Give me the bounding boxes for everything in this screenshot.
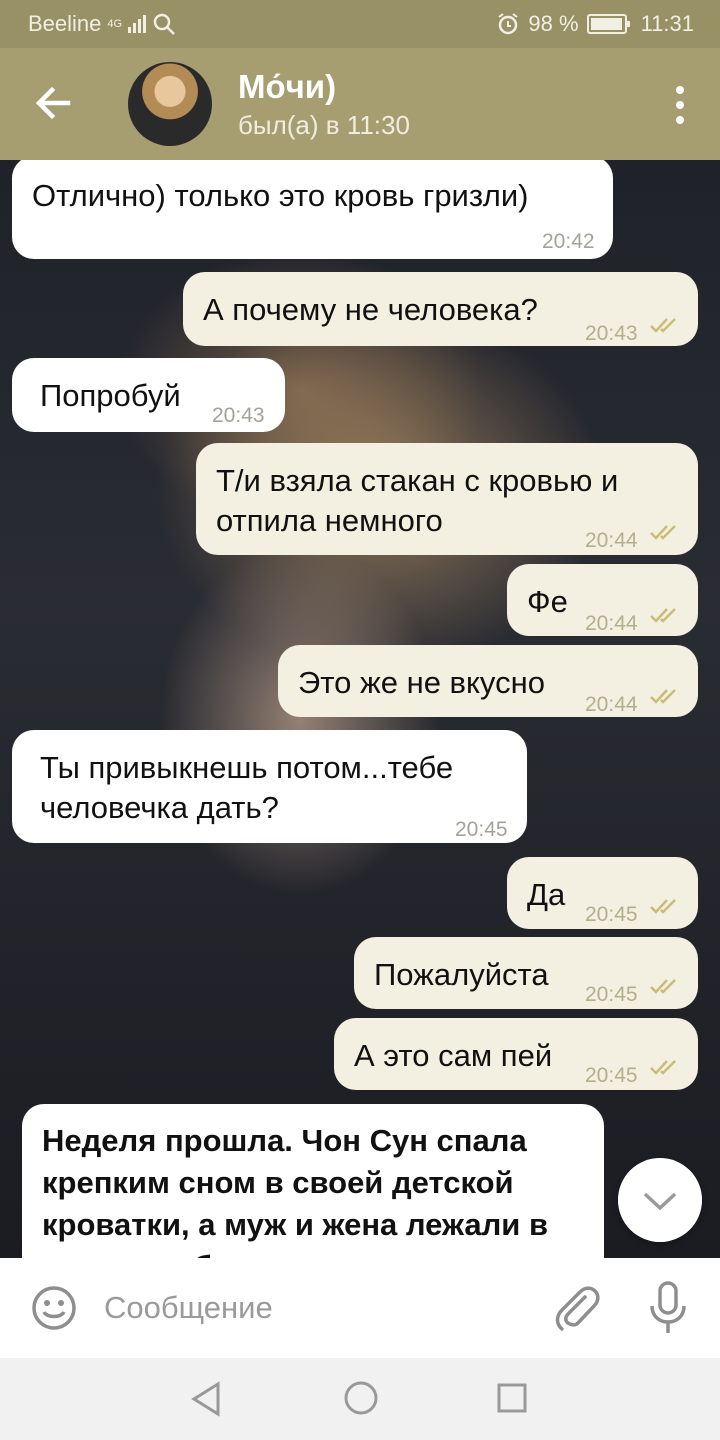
battery-percent: 98 %: [528, 11, 579, 36]
double-check-icon: [650, 318, 676, 333]
system-navigation-bar: [0, 1358, 720, 1440]
avatar[interactable]: [128, 62, 212, 146]
message-bubble[interactable]: Попробуй 20:43: [12, 358, 285, 432]
double-check-icon: [650, 608, 676, 623]
more-vertical-icon[interactable]: [674, 86, 686, 124]
double-check-icon: [650, 525, 676, 540]
nav-home-icon[interactable]: [343, 1380, 379, 1416]
message-text: А почему не человека?: [203, 292, 538, 327]
clock: 11:31: [640, 11, 694, 36]
message-input[interactable]: [104, 1286, 524, 1330]
message-bubble[interactable]: А почему не человека? 20:43: [183, 272, 698, 346]
nav-recents-icon[interactable]: [496, 1382, 528, 1414]
message-time: 20:45: [585, 1064, 638, 1087]
nav-back-icon[interactable]: [188, 1380, 224, 1418]
message-text: Фе: [527, 584, 568, 619]
signal-icon: [128, 15, 147, 33]
chevron-down-icon[interactable]: [618, 1158, 702, 1242]
message-bubble[interactable]: Ты привыкнешь потом...тебе человечка дат…: [12, 730, 527, 843]
message-bubble[interactable]: Т/и взяла стакан с кровью и отпила немно…: [196, 443, 698, 555]
message-bubble[interactable]: Да 20:45: [507, 857, 698, 929]
message-time: 20:45: [585, 983, 638, 1006]
carrier-name: Beeline: [28, 11, 102, 36]
message-time: 20:45: [455, 818, 508, 841]
message-bubble[interactable]: Отлично) только это кровь гризли) 20:42: [12, 160, 613, 259]
network-type: 4G: [107, 18, 123, 30]
message-bubble[interactable]: Фе 20:44: [507, 564, 698, 636]
message-time: 20:44: [585, 693, 638, 716]
message-text: Отлично) только это кровь гризли): [32, 178, 529, 213]
message-composer: [0, 1258, 720, 1358]
alarm-icon: [498, 13, 519, 35]
chat-header: Мо́чи) был(а) в 11:30: [0, 48, 720, 160]
message-text: Пожалуйста: [374, 957, 549, 992]
arrow-left-icon[interactable]: [28, 78, 78, 128]
message-text: Неделя прошла. Чон Сун спала крепким сно…: [42, 1123, 549, 1258]
microphone-icon[interactable]: [644, 1280, 692, 1336]
battery-icon: [586, 14, 630, 34]
message-text: Да: [527, 877, 566, 912]
message-bubble[interactable]: Пожалуйста 20:45: [354, 937, 698, 1009]
message-list[interactable]: Отлично) только это кровь гризли) 20:42 …: [0, 160, 720, 1258]
message-text: Ты привыкнешь потом...тебе человечка дат…: [40, 750, 454, 825]
message-time: 20:44: [585, 612, 638, 635]
smiley-icon[interactable]: [30, 1284, 78, 1332]
message-time: 20:43: [585, 322, 638, 345]
message-time: 20:42: [542, 230, 595, 253]
double-check-icon: [650, 899, 676, 914]
message-bubble[interactable]: А это сам пей 20:45: [334, 1018, 698, 1090]
message-bubble[interactable]: Это же не вкусно 20:44: [278, 645, 698, 717]
paperclip-icon[interactable]: [552, 1282, 600, 1334]
status-bar: Beeline 4G 98 % 11:31: [0, 0, 720, 48]
message-time: 20:45: [585, 903, 638, 926]
double-check-icon: [650, 1060, 676, 1075]
message-bubble[interactable]: Неделя прошла. Чон Сун спала крепким сно…: [22, 1104, 604, 1258]
message-text: А это сам пей: [354, 1038, 553, 1073]
message-text: Попробуй: [40, 378, 181, 413]
double-check-icon: [650, 689, 676, 704]
message-text: Это же не вкусно: [298, 665, 545, 700]
contact-name[interactable]: Мо́чи): [238, 68, 336, 106]
search-icon: [153, 13, 175, 35]
message-time: 20:44: [585, 529, 638, 552]
double-check-icon: [650, 979, 676, 994]
last-seen-status: был(а) в 11:30: [238, 110, 410, 140]
message-time: 20:43: [212, 404, 265, 427]
